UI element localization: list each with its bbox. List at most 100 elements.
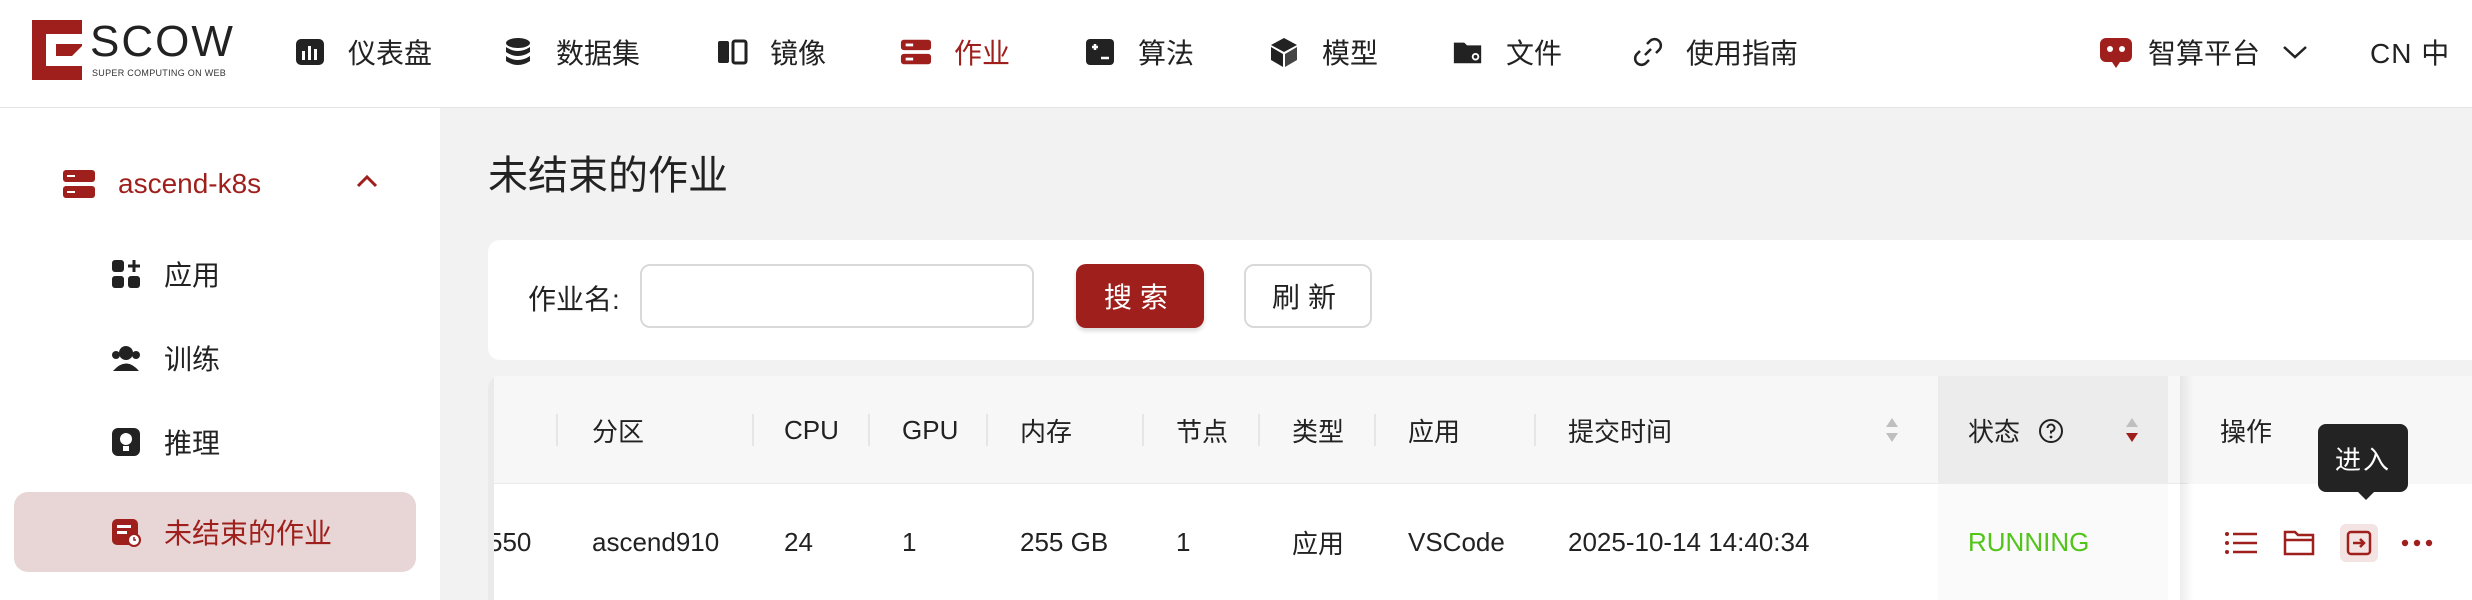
nav-images[interactable]: 镜像 bbox=[716, 28, 826, 76]
sidebar-item-apps[interactable]: 应用 bbox=[110, 250, 220, 298]
column-separator bbox=[868, 414, 870, 446]
nav-guide[interactable]: 使用指南 bbox=[1632, 28, 1798, 76]
cell-gpu: 1 bbox=[902, 526, 917, 557]
cell-job-id: 550 bbox=[488, 526, 532, 557]
nav-guide-label: 使用指南 bbox=[1686, 38, 1799, 69]
sidebar: ascend-k8s 应用 训练 推理 未结束的作业 bbox=[0, 108, 440, 600]
link-icon bbox=[1632, 36, 1664, 68]
nav-algorithms[interactable]: 算法 bbox=[1084, 28, 1194, 76]
question-icon[interactable] bbox=[2038, 418, 2064, 444]
platform-label: 智算平台 bbox=[2148, 38, 2261, 69]
sort-desc-icon[interactable] bbox=[2124, 416, 2140, 444]
column-separator bbox=[1374, 414, 1376, 446]
top-header: SCOW SUPER COMPUTING ON WEB 仪表盘 数据集 镜像 作… bbox=[0, 0, 2472, 108]
sidebar-item-training-label: 训练 bbox=[164, 344, 221, 375]
column-separator bbox=[986, 414, 988, 446]
chevron-up-icon[interactable] bbox=[356, 174, 378, 188]
folder-icon bbox=[1452, 36, 1484, 68]
sidebar-item-inference[interactable]: 推理 bbox=[110, 418, 220, 466]
nav-datasets[interactable]: 数据集 bbox=[502, 28, 640, 76]
header-gpu: GPU bbox=[902, 414, 959, 445]
fixed-column-shadow bbox=[2180, 376, 2194, 600]
more-icon bbox=[2401, 539, 2433, 547]
chevron-down-icon bbox=[2283, 46, 2307, 59]
brand-title: SCOW bbox=[90, 17, 235, 66]
header-app: 应用 bbox=[1408, 416, 1461, 447]
column-separator bbox=[1534, 414, 1536, 446]
nav-files[interactable]: 文件 bbox=[1452, 28, 1562, 76]
job-name-label: 作业名: bbox=[528, 284, 620, 315]
scroll-shadow bbox=[488, 376, 494, 600]
cube-icon bbox=[1268, 36, 1300, 68]
refresh-button[interactable]: 刷新 bbox=[1244, 264, 1372, 328]
scow-logo-icon bbox=[32, 20, 82, 80]
header-type: 类型 bbox=[1292, 416, 1345, 447]
table-header: 分区 CPU GPU 内存 节点 类型 应用 提交时间 状态 操作 bbox=[488, 376, 2472, 484]
folder-open-icon bbox=[2283, 530, 2315, 556]
jobs-table: 分区 CPU GPU 内存 节点 类型 应用 提交时间 状态 操作 550 as… bbox=[488, 376, 2472, 600]
column-separator bbox=[1258, 414, 1260, 446]
algorithm-icon bbox=[1084, 36, 1116, 68]
nav-models-label: 模型 bbox=[1322, 38, 1379, 69]
header-nodes: 节点 bbox=[1176, 416, 1229, 447]
more-actions-button[interactable] bbox=[2398, 524, 2436, 562]
enter-icon bbox=[2346, 530, 2372, 556]
tooltip-enter: 进入 bbox=[2318, 424, 2408, 492]
inference-icon bbox=[112, 428, 140, 456]
sidebar-cluster[interactable]: ascend-k8s bbox=[62, 160, 261, 208]
search-form: 作业名: 搜索 刷新 bbox=[488, 240, 2472, 360]
header-status[interactable]: 状态 bbox=[1968, 376, 2020, 484]
brand-subtitle: SUPER COMPUTING ON WEB bbox=[92, 68, 227, 78]
running-jobs-icon bbox=[112, 519, 141, 547]
column-separator bbox=[1142, 414, 1144, 446]
cell-app: VSCode bbox=[1408, 526, 1505, 557]
cluster-server-icon bbox=[63, 170, 95, 198]
sort-icon[interactable] bbox=[1884, 416, 1900, 444]
header-memory: 内存 bbox=[1020, 416, 1073, 447]
nav-jobs-label: 作业 bbox=[954, 38, 1011, 69]
server-icon bbox=[900, 36, 932, 68]
search-button[interactable]: 搜索 bbox=[1076, 264, 1204, 328]
job-details-button[interactable] bbox=[2222, 524, 2260, 562]
nav-images-label: 镜像 bbox=[770, 38, 827, 69]
cell-cpu: 24 bbox=[784, 526, 813, 557]
cell-partition: ascend910 bbox=[592, 526, 720, 557]
job-name-input[interactable] bbox=[640, 264, 1034, 328]
apps-icon bbox=[112, 260, 140, 288]
language-switcher[interactable]: CN 中 bbox=[2370, 28, 2450, 76]
header-operations: 操作 bbox=[2220, 416, 2273, 447]
robot-icon bbox=[2100, 38, 2132, 68]
tooltip-arrow bbox=[2356, 490, 2376, 500]
nav-dashboard-label: 仪表盘 bbox=[348, 38, 433, 69]
cell-submit-time: 2025-10-14 14:40:34 bbox=[1568, 526, 1810, 557]
sidebar-item-inference-label: 推理 bbox=[164, 428, 221, 459]
database-icon bbox=[502, 36, 534, 68]
cell-nodes: 1 bbox=[1176, 526, 1191, 557]
page-title: 未结束的作业 bbox=[488, 154, 728, 198]
training-icon bbox=[112, 346, 140, 371]
dashboard-icon bbox=[294, 36, 326, 68]
cell-memory: 255 GB bbox=[1020, 526, 1109, 557]
cell-type: 应用 bbox=[1292, 528, 1345, 559]
nav-models[interactable]: 模型 bbox=[1268, 28, 1378, 76]
status-badge: RUNNING bbox=[1968, 526, 2090, 557]
open-folder-button[interactable] bbox=[2280, 524, 2318, 562]
header-cpu: CPU bbox=[784, 414, 839, 445]
platform-switcher[interactable]: 智算平台 bbox=[2098, 28, 2308, 76]
sidebar-item-training[interactable]: 训练 bbox=[110, 334, 220, 382]
cluster-name: ascend-k8s bbox=[118, 168, 262, 199]
nav-datasets-label: 数据集 bbox=[556, 38, 641, 69]
sidebar-item-running-jobs[interactable]: 未结束的作业 bbox=[110, 508, 332, 556]
image-icon bbox=[716, 36, 748, 68]
list-icon bbox=[2225, 532, 2257, 554]
table-row: 550 ascend910 24 1 255 GB 1 应用 VSCode 20… bbox=[488, 484, 2472, 600]
header-submit-time[interactable]: 提交时间 bbox=[1568, 376, 1672, 484]
sidebar-item-running-jobs-label: 未结束的作业 bbox=[164, 518, 333, 549]
enter-job-button[interactable] bbox=[2340, 524, 2378, 562]
column-separator bbox=[556, 414, 558, 446]
scow-logo[interactable]: SCOW SUPER COMPUTING ON WEB bbox=[32, 18, 238, 84]
nav-jobs[interactable]: 作业 bbox=[900, 28, 1010, 76]
sidebar-item-apps-label: 应用 bbox=[164, 260, 221, 291]
nav-dashboard[interactable]: 仪表盘 bbox=[294, 28, 432, 76]
nav-files-label: 文件 bbox=[1506, 38, 1563, 69]
